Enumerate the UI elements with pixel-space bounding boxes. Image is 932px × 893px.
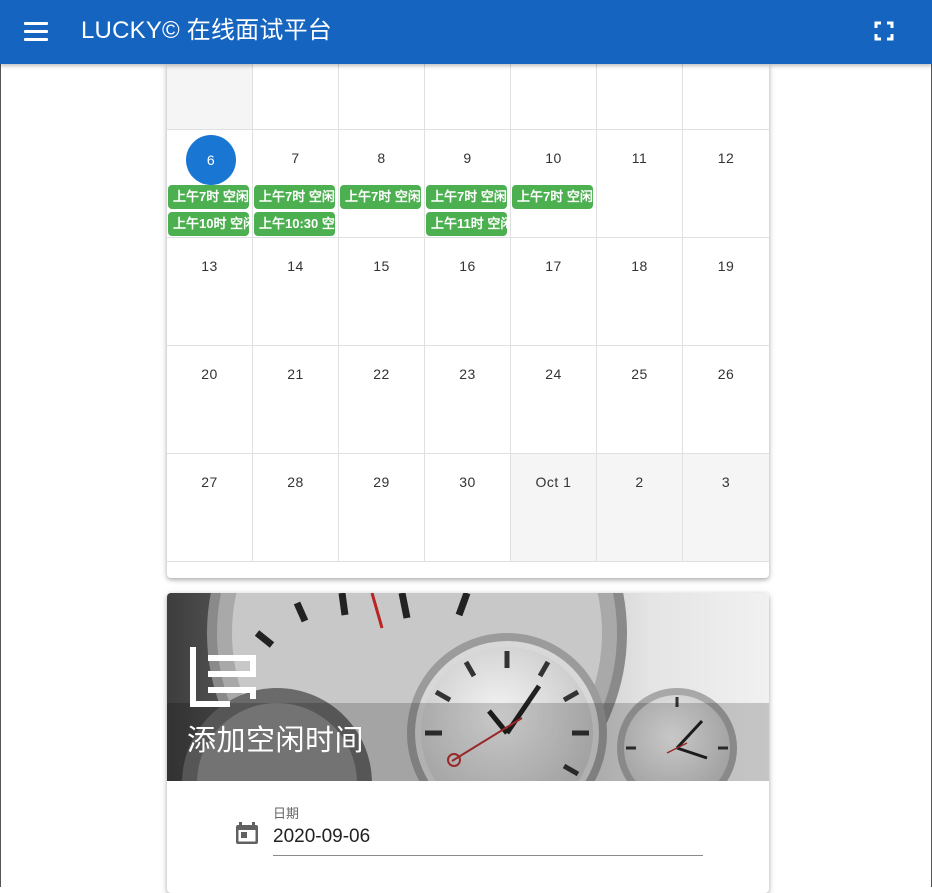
date-number[interactable]: 13 bbox=[167, 258, 252, 274]
calendar-day-cell[interactable]: Oct 1 bbox=[511, 454, 597, 562]
calendar-day-cell[interactable]: 12 bbox=[683, 130, 769, 238]
calendar-day-cell[interactable]: 30 bbox=[425, 454, 511, 562]
calendar-day-cell[interactable]: 18 bbox=[597, 238, 683, 346]
calendar-day-cell[interactable]: 24 bbox=[511, 346, 597, 454]
calendar-event-chip[interactable]: 上午7时 空闲 bbox=[340, 185, 421, 209]
today-date-number[interactable]: 6 bbox=[186, 135, 236, 185]
calendar-day-cell[interactable]: 15 bbox=[339, 238, 425, 346]
calendar-day-cell[interactable]: 27 bbox=[167, 454, 253, 562]
date-number[interactable]: 19 bbox=[683, 258, 769, 274]
calendar-day-cell[interactable]: 16 bbox=[425, 238, 511, 346]
calendar-day-cell[interactable]: 25 bbox=[597, 346, 683, 454]
window-left-edge bbox=[0, 0, 1, 887]
calendar-event-chip[interactable]: 上午7时 空闲 bbox=[168, 185, 249, 209]
calendar-event-chip[interactable]: 上午10时 空闲 bbox=[168, 212, 249, 236]
date-number[interactable]: 11 bbox=[597, 150, 682, 166]
date-number[interactable]: 9 bbox=[425, 150, 510, 166]
date-number[interactable]: 25 bbox=[597, 366, 682, 382]
date-field: 日期 bbox=[235, 803, 705, 857]
calendar-event-chip[interactable]: 上午7时 空闲 bbox=[254, 185, 335, 209]
calendar-day-cell[interactable]: 22 bbox=[339, 346, 425, 454]
calendar-day-cell[interactable]: 14 bbox=[253, 238, 339, 346]
calendar-day-cell[interactable]: 21 bbox=[253, 346, 339, 454]
date-number[interactable]: 15 bbox=[339, 258, 424, 274]
calendar-day-cell[interactable]: 28 bbox=[253, 454, 339, 562]
app-title: LUCKY© 在线面试平台 bbox=[81, 17, 332, 44]
date-number[interactable]: 3 bbox=[683, 474, 769, 490]
date-number[interactable]: 2 bbox=[597, 474, 682, 490]
timeline-icon bbox=[190, 647, 256, 707]
calendar-day-cell[interactable]: 9 上午7时 空闲 上午11时 空闲 bbox=[425, 130, 511, 238]
calendar-day-cell[interactable]: 13 bbox=[167, 238, 253, 346]
calendar-day-cell[interactable] bbox=[597, 64, 683, 130]
calendar-week-row: 13 14 15 16 17 18 19 bbox=[167, 238, 769, 346]
calendar-day-cell[interactable]: 23 bbox=[425, 346, 511, 454]
calendar-day-cell[interactable]: 29 bbox=[339, 454, 425, 562]
date-number[interactable]: 29 bbox=[339, 474, 424, 490]
calendar-event-chip[interactable]: 上午10:30 空闲 bbox=[254, 212, 335, 236]
calendar-day-cell[interactable]: 2 bbox=[597, 454, 683, 562]
calendar-icon[interactable] bbox=[235, 821, 259, 845]
calendar-day-cell[interactable] bbox=[167, 64, 253, 130]
date-number[interactable]: 14 bbox=[253, 258, 338, 274]
date-number[interactable]: 17 bbox=[511, 258, 596, 274]
date-number[interactable]: 26 bbox=[683, 366, 769, 382]
calendar-day-cell[interactable]: 19 bbox=[683, 238, 769, 346]
calendar-day-cell[interactable]: 26 bbox=[683, 346, 769, 454]
date-number[interactable]: 22 bbox=[339, 366, 424, 382]
date-number[interactable]: 28 bbox=[253, 474, 338, 490]
app-bar: LUCKY© 在线面试平台 bbox=[0, 0, 932, 64]
date-number[interactable]: 23 bbox=[425, 366, 510, 382]
calendar-week-row: 27 28 29 30 Oct 123 bbox=[167, 454, 769, 562]
calendar-week-row: 6上午7时 空闲上午10时 空闲7上午7时 空闲上午10:30 空闲8上午7时 … bbox=[167, 130, 769, 238]
date-number[interactable]: Oct 1 bbox=[511, 474, 596, 490]
date-number[interactable]: 24 bbox=[511, 366, 596, 382]
date-number[interactable]: 10 bbox=[511, 150, 596, 166]
calendar-event-chip[interactable]: 上午7时 空闲 bbox=[426, 185, 507, 209]
date-number[interactable]: 20 bbox=[167, 366, 252, 382]
calendar-day-cell[interactable]: 20 bbox=[167, 346, 253, 454]
date-number[interactable]: 18 bbox=[597, 258, 682, 274]
calendar-day-cell[interactable]: 11 bbox=[597, 130, 683, 238]
calendar-event-chip[interactable]: 上午11时 空闲 bbox=[426, 212, 507, 236]
date-number[interactable]: 8 bbox=[339, 150, 424, 166]
menu-icon[interactable] bbox=[22, 19, 50, 45]
calendar-day-cell[interactable]: 10 上午7时 空闲 bbox=[511, 130, 597, 238]
card-title: 添加空闲时间 bbox=[187, 725, 365, 757]
date-number[interactable]: 30 bbox=[425, 474, 510, 490]
calendar-day-cell[interactable] bbox=[339, 64, 425, 130]
calendar-week-row: 20 21 22 23 24 25 26 bbox=[167, 346, 769, 454]
calendar-day-cell[interactable] bbox=[683, 64, 769, 130]
calendar-day-cell[interactable]: 17 bbox=[511, 238, 597, 346]
calendar-event-chip[interactable]: 上午7时 空闲 bbox=[512, 185, 593, 209]
date-input[interactable] bbox=[273, 819, 703, 856]
fullscreen-icon[interactable] bbox=[874, 21, 894, 41]
calendar-day-cell[interactable] bbox=[253, 64, 339, 130]
calendar-day-cell[interactable]: 7 上午7时 空闲上午10:30 空闲 bbox=[253, 130, 339, 238]
date-number[interactable]: 16 bbox=[425, 258, 510, 274]
calendar-week-row bbox=[167, 64, 769, 130]
calendar-day-cell[interactable] bbox=[425, 64, 511, 130]
date-number[interactable]: 7 bbox=[253, 150, 338, 166]
calendar-day-cell[interactable]: 6 上午7时 空闲 上午10时 空闲 bbox=[167, 130, 253, 238]
date-number[interactable]: 21 bbox=[253, 366, 338, 382]
calendar-day-cell[interactable]: 3 bbox=[683, 454, 769, 562]
calendar-day-cell[interactable]: 8 上午7时 空闲 bbox=[339, 130, 425, 238]
date-number[interactable]: 12 bbox=[683, 150, 769, 166]
date-number[interactable]: 27 bbox=[167, 474, 252, 490]
add-free-time-card: 添加空闲时间 日期 bbox=[167, 593, 769, 893]
calendar-day-cell[interactable] bbox=[511, 64, 597, 130]
calendar-month-view: 6上午7时 空闲上午10时 空闲7上午7时 空闲上午10:30 空闲8上午7时 … bbox=[167, 64, 769, 578]
card-banner-image: 添加空闲时间 bbox=[167, 593, 769, 781]
